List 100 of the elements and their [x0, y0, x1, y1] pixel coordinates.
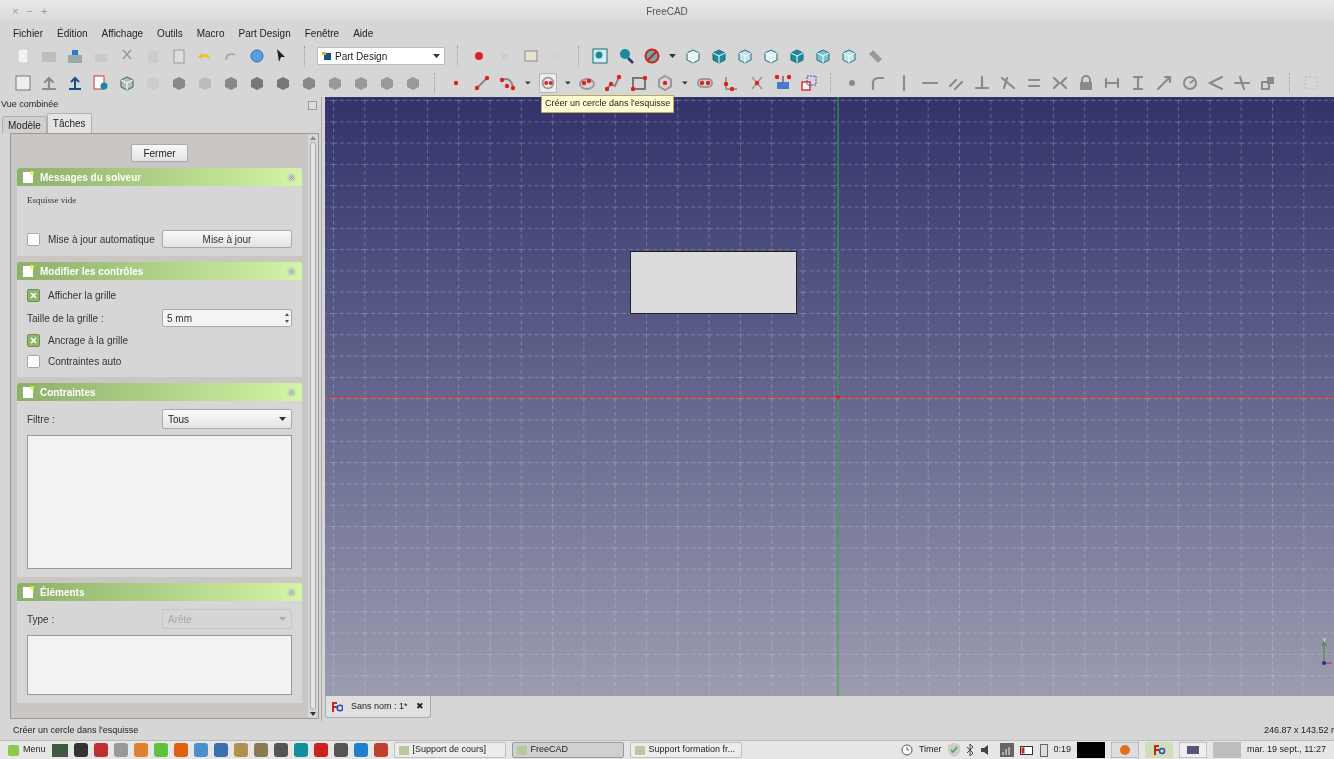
launcher-icon[interactable] [73, 743, 88, 757]
scrollbar[interactable] [308, 134, 318, 718]
workbench-dropdown[interactable]: Part Design [317, 47, 445, 65]
cube-icon[interactable] [814, 47, 832, 65]
notepad-icon[interactable] [522, 47, 540, 65]
dimensions-readout: 246.87 x 143.52 r [1263, 723, 1334, 737]
panel-title: Modifier les contrôles [40, 264, 145, 279]
dropdown[interactable]: Tous [162, 409, 292, 429]
collapse-icon[interactable] [287, 266, 296, 276]
launcher-icon[interactable] [93, 743, 108, 757]
magnifier-icon[interactable] [617, 47, 635, 65]
launcher-icon[interactable] [313, 743, 328, 757]
menu-item[interactable]: Fenêtre [304, 25, 340, 41]
app-logo-icon [332, 701, 343, 712]
snell-icon[interactable] [1233, 73, 1251, 92]
menu-item[interactable]: Macro [196, 25, 225, 41]
perpendicular-icon[interactable] [973, 73, 991, 92]
battery-icon[interactable] [1019, 745, 1034, 755]
status-message: Créer un cercle dans l'esquisse [13, 723, 139, 737]
save-icon[interactable] [66, 47, 84, 65]
workbench-icon [322, 52, 331, 60]
shield-check-icon[interactable] [947, 743, 960, 757]
sketch-icon[interactable] [14, 73, 32, 92]
external-geometry-icon[interactable] [774, 73, 792, 92]
dropdown-caret-icon[interactable] [682, 80, 688, 85]
menu-item[interactable]: Fichier [13, 25, 43, 41]
desktop-icon[interactable] [51, 743, 68, 757]
cube-icon[interactable] [840, 47, 858, 65]
field-label: Filtre : [27, 412, 55, 427]
tooltip: Créer un cercle dans l'esquisse [541, 95, 675, 113]
scroll-down-icon[interactable] [310, 712, 316, 716]
line-icon[interactable] [473, 73, 491, 92]
cube-icon[interactable] [736, 47, 754, 65]
dropdown-caret-icon[interactable] [564, 80, 571, 85]
undock-icon[interactable] [308, 100, 317, 110]
menu-button[interactable]: Menu [8, 743, 46, 757]
checkbox[interactable] [27, 334, 40, 347]
note-icon [23, 171, 34, 183]
scroll-up-icon[interactable] [310, 136, 316, 140]
app-logo-icon[interactable] [1145, 742, 1174, 758]
caret-icon [433, 54, 440, 58]
document-tab[interactable]: Sans nom : 1* ✖ [325, 696, 431, 718]
radius-icon[interactable] [1181, 73, 1199, 92]
dropdown-caret-icon[interactable] [525, 80, 531, 85]
circle-tool-button[interactable] [538, 72, 557, 93]
document-search-icon[interactable] [92, 73, 110, 92]
taskbar-window[interactable]: Support formation fr... [629, 742, 742, 758]
panel-title: Vue combinée [1, 98, 59, 112]
element-list[interactable] [27, 635, 292, 695]
menu-item[interactable]: Aide [353, 25, 374, 41]
close-button[interactable]: Fermer [131, 144, 188, 162]
menu-logo-icon [8, 744, 19, 756]
checkbox[interactable] [27, 232, 40, 246]
window-icon[interactable] [1179, 742, 1208, 758]
launcher-icon[interactable] [273, 743, 288, 757]
construction-icon[interactable] [800, 73, 818, 92]
angle-icon[interactable] [1207, 73, 1225, 92]
update-button[interactable]: Mise à jour [162, 230, 292, 248]
collapse-icon[interactable] [287, 587, 296, 597]
timer-label[interactable]: Timer [918, 743, 942, 757]
menu-item[interactable]: Édition [57, 25, 88, 41]
rectangle-icon[interactable] [630, 73, 649, 92]
checkbox-label: Ancrage à la grille [48, 334, 129, 348]
polyline-icon[interactable] [604, 73, 623, 92]
collapse-icon[interactable] [287, 387, 296, 397]
close-tab-icon[interactable]: ✖ [415, 699, 424, 714]
menu-item[interactable]: Part Design [238, 25, 291, 41]
origin-point [836, 395, 840, 399]
checkbox[interactable] [27, 355, 40, 368]
checkbox-label: Mise à jour automatique [48, 232, 155, 247]
browser-icon[interactable] [1111, 742, 1140, 758]
menu-item[interactable]: Affichage [101, 25, 144, 41]
cube-icon[interactable] [762, 47, 780, 65]
checkbox[interactable] [27, 289, 40, 302]
3d-viewport[interactable] [325, 97, 1334, 696]
signal-bars-icon[interactable] [999, 743, 1014, 757]
note-icon [23, 586, 34, 598]
clock[interactable]: mar. 19 sept., 11:27 [1247, 743, 1326, 757]
cube-icon[interactable] [684, 47, 702, 65]
cube-icon[interactable] [788, 47, 806, 65]
lock-icon[interactable] [1077, 73, 1095, 92]
no-entry-icon[interactable] [643, 47, 661, 65]
cube-icon[interactable] [710, 47, 728, 65]
distance-icon[interactable] [1155, 73, 1173, 92]
collapse-icon[interactable] [287, 172, 296, 182]
panel-title: Contraintes [40, 385, 97, 400]
tab[interactable]: Tâches [46, 113, 92, 133]
clipboard-icon[interactable] [170, 47, 188, 65]
constraint-list[interactable] [27, 435, 292, 569]
bluetooth-icon[interactable] [965, 744, 974, 756]
dropdown-caret-icon[interactable] [669, 54, 676, 58]
zoom-fit-icon[interactable] [591, 47, 609, 65]
taskbar-window[interactable]: FreeCAD [511, 742, 624, 758]
grid-size-field[interactable]: 5 mm [162, 309, 292, 327]
taskbar-window[interactable]: [Support de cours] [393, 742, 506, 758]
tab[interactable]: Modèle [2, 116, 47, 133]
hexagon-icon[interactable] [656, 73, 675, 92]
launcher-icon[interactable] [333, 743, 348, 757]
note-icon [23, 265, 34, 277]
menu-item[interactable]: Outils [157, 25, 183, 41]
